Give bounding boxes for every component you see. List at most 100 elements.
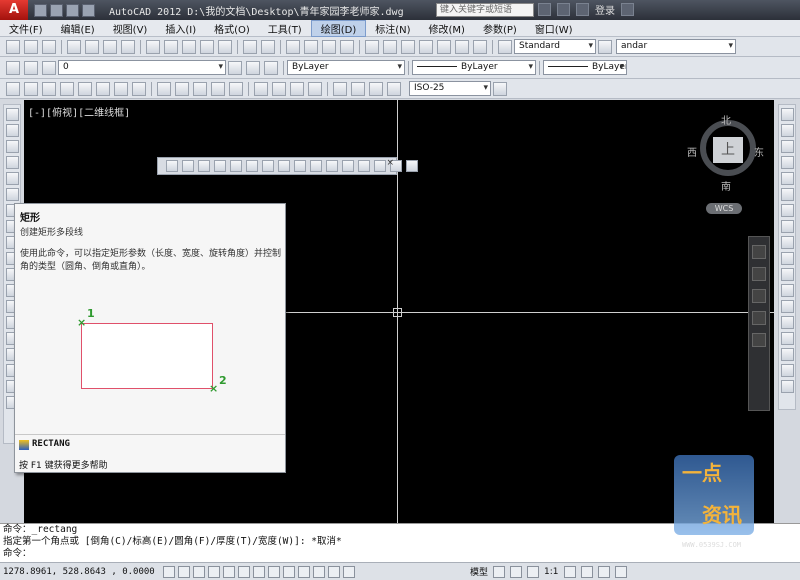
- undo-icon[interactable]: [243, 39, 257, 54]
- move-icon[interactable]: [780, 188, 794, 201]
- lineweight-select[interactable]: ByLayer: [543, 60, 627, 75]
- isolate-icon[interactable]: [597, 565, 610, 578]
- sheet-set-icon[interactable]: [419, 39, 433, 54]
- dim-break-icon[interactable]: [229, 81, 243, 96]
- coordinates-readout[interactable]: 1278.8961, 528.8643 , 0.0000: [3, 567, 155, 577]
- zoom-realtime-icon[interactable]: [304, 39, 318, 54]
- open-file-icon[interactable]: [50, 3, 63, 17]
- autocad-logo-icon[interactable]: A: [0, 0, 28, 20]
- login-link[interactable]: 登录: [595, 2, 615, 17]
- linear-dim-icon[interactable]: [6, 81, 20, 96]
- continue-icon[interactable]: [193, 81, 207, 96]
- inspect-icon[interactable]: [290, 81, 304, 96]
- match-properties-icon[interactable]: [200, 39, 214, 54]
- tool-palettes-icon[interactable]: [401, 39, 415, 54]
- ucs-previous-icon[interactable]: [198, 160, 210, 172]
- subscription-icon[interactable]: [557, 3, 570, 16]
- lineweight-icon[interactable]: [297, 565, 310, 578]
- menu-draw[interactable]: 绘图(D): [310, 19, 367, 37]
- showmotion-icon[interactable]: [752, 333, 766, 347]
- menu-format[interactable]: 格式(O): [205, 21, 259, 36]
- pan-icon[interactable]: [286, 39, 300, 54]
- mirror-icon[interactable]: [780, 140, 794, 153]
- fillet-icon[interactable]: [780, 348, 794, 361]
- layer-previous-icon[interactable]: [264, 60, 278, 75]
- color-select[interactable]: ByLayer: [287, 60, 405, 75]
- dim-style-icon[interactable]: [598, 39, 612, 54]
- open-icon[interactable]: [24, 39, 38, 54]
- join-icon[interactable]: [780, 316, 794, 329]
- redo-icon[interactable]: [261, 39, 275, 54]
- dim-style-select[interactable]: andar: [616, 39, 736, 54]
- z-rotate-icon[interactable]: [342, 160, 354, 172]
- layer-select[interactable]: 0: [58, 60, 226, 75]
- center-mark-icon[interactable]: [272, 81, 286, 96]
- quick-properties-icon[interactable]: [327, 565, 340, 578]
- layout-icon[interactable]: [493, 565, 506, 578]
- text-style-icon[interactable]: [498, 39, 512, 54]
- erase-icon[interactable]: [780, 108, 794, 121]
- ducs-icon[interactable]: [267, 565, 280, 578]
- properties-icon[interactable]: [365, 39, 379, 54]
- compass-east[interactable]: 东: [754, 144, 764, 159]
- chamfer-icon[interactable]: [780, 332, 794, 345]
- 3d-osnap-icon[interactable]: [237, 565, 250, 578]
- clean-screen-icon[interactable]: [614, 565, 627, 578]
- menu-dimension[interactable]: 标注(N): [366, 21, 419, 36]
- new-file-icon[interactable]: [34, 3, 47, 17]
- aligned-dim-icon[interactable]: [24, 81, 38, 96]
- paste-icon[interactable]: [182, 39, 196, 54]
- delete-icon[interactable]: [374, 160, 386, 172]
- menu-tools[interactable]: 工具(T): [259, 21, 311, 36]
- undo-icon[interactable]: [82, 3, 95, 17]
- model-button[interactable]: 模型: [470, 565, 488, 578]
- break-at-point-icon[interactable]: [780, 284, 794, 297]
- transparency-icon[interactable]: [312, 565, 325, 578]
- publish-icon[interactable]: [103, 39, 117, 54]
- array-icon[interactable]: [780, 172, 794, 185]
- arc-icon[interactable]: [5, 188, 19, 201]
- lock-icon[interactable]: [42, 60, 56, 75]
- workspace-icon[interactable]: [563, 565, 576, 578]
- blend-icon[interactable]: [780, 364, 794, 377]
- save-icon[interactable]: [66, 3, 79, 17]
- rectangle-icon[interactable]: [5, 172, 19, 185]
- break-icon[interactable]: [780, 300, 794, 313]
- y-rotate-icon[interactable]: [326, 160, 338, 172]
- compass-west[interactable]: 西: [687, 144, 697, 159]
- dim-space-icon[interactable]: [211, 81, 225, 96]
- new-icon[interactable]: [6, 39, 20, 54]
- scale-icon[interactable]: [780, 220, 794, 233]
- zoom-extents-icon[interactable]: [752, 289, 766, 303]
- help-icon[interactable]: [621, 3, 634, 16]
- stretch-icon[interactable]: [780, 236, 794, 249]
- snap-icon[interactable]: [162, 565, 175, 578]
- face-ucs-icon[interactable]: [214, 160, 226, 172]
- copy-object-icon[interactable]: [780, 124, 794, 137]
- search-input[interactable]: 键入关键字或短语: [436, 3, 534, 17]
- otrack-icon[interactable]: [252, 565, 265, 578]
- sun-icon[interactable]: [24, 60, 38, 75]
- quick-view-icon[interactable]: [510, 565, 523, 578]
- explode-icon[interactable]: [780, 380, 794, 393]
- dim-scale-select[interactable]: ISO-25: [409, 81, 491, 96]
- save-icon[interactable]: [42, 39, 56, 54]
- calculator-icon[interactable]: [455, 39, 469, 54]
- compass-north[interactable]: 北: [721, 112, 731, 127]
- text-style-select[interactable]: Standard: [514, 39, 596, 54]
- menu-parametric[interactable]: 参数(P): [474, 21, 526, 36]
- make-current-icon[interactable]: [246, 60, 260, 75]
- pan-icon[interactable]: [752, 267, 766, 281]
- viewcube[interactable]: 上 北 南 西 东: [687, 112, 764, 193]
- menu-window[interactable]: 窗口(W): [526, 21, 582, 36]
- menu-edit[interactable]: 编辑(E): [52, 21, 104, 36]
- angular-icon[interactable]: [132, 81, 146, 96]
- help-icon[interactable]: [473, 39, 487, 54]
- baseline-icon[interactable]: [175, 81, 189, 96]
- osnap-icon[interactable]: [222, 565, 235, 578]
- selection-cycling-icon[interactable]: [342, 565, 355, 578]
- user-icon[interactable]: [576, 3, 589, 16]
- compass-south[interactable]: 南: [721, 178, 731, 193]
- lock-ui-icon[interactable]: [580, 565, 593, 578]
- trim-icon[interactable]: [780, 252, 794, 265]
